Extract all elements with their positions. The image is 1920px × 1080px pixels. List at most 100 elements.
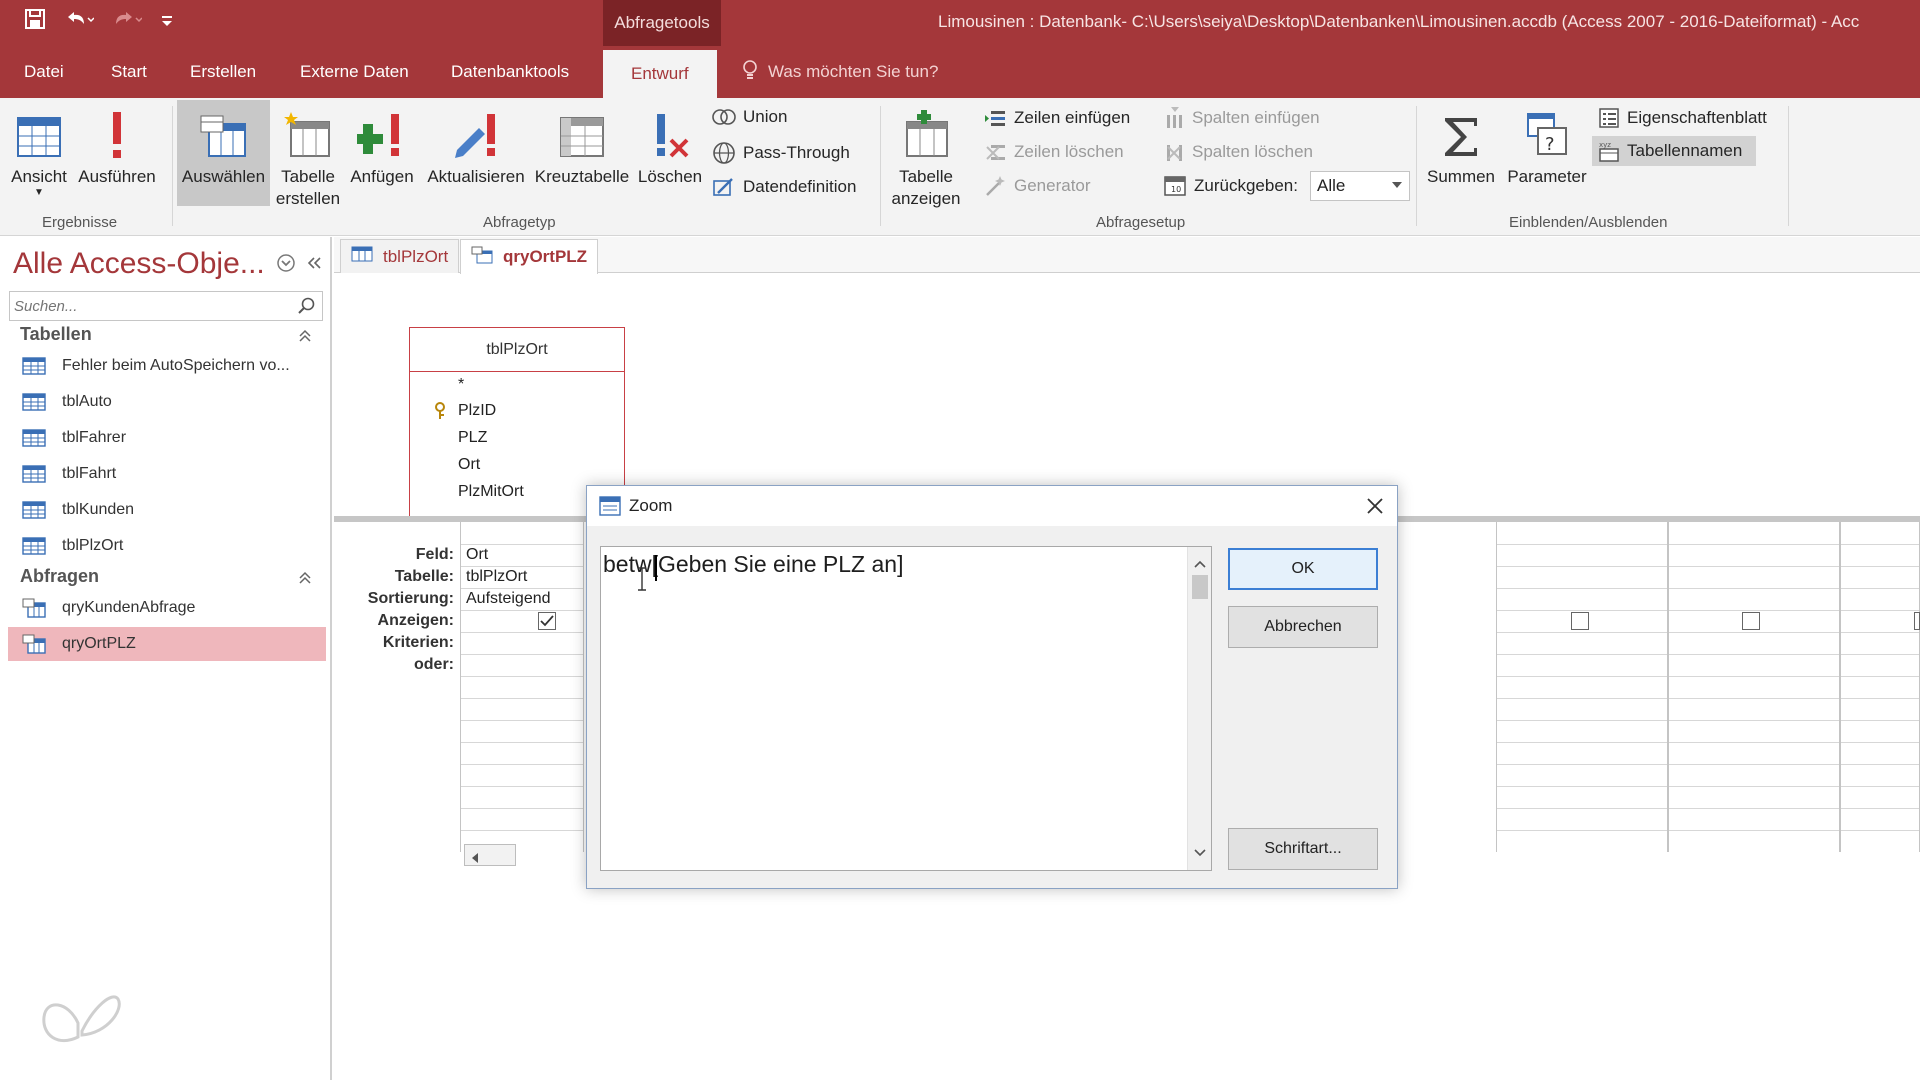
nav-item-query-selected[interactable]: qryOrtPLZ: [8, 627, 326, 661]
nav-item-table[interactable]: tblFahrer: [8, 421, 326, 455]
spalten-loeschen-button[interactable]: Spalten löschen: [1163, 141, 1313, 163]
nav-item-table[interactable]: Fehler beim AutoSpeichern vo...: [8, 349, 326, 383]
show-checkbox[interactable]: [1571, 612, 1589, 630]
ansicht-button[interactable]: Ansicht ▼: [8, 104, 70, 198]
document-tabs: tblPlzOrt qryOrtPLZ: [334, 237, 1920, 274]
nav-section-tabellen[interactable]: Tabellen: [20, 319, 312, 349]
collapse-section-icon[interactable]: [298, 327, 312, 348]
customize-qat-icon[interactable]: [160, 8, 174, 30]
tab-externe-daten[interactable]: Externe Daten: [300, 46, 409, 98]
grid-column-1[interactable]: Ort tblPlzOrt Aufsteigend: [460, 522, 584, 852]
scroll-down-icon[interactable]: [1194, 844, 1206, 862]
grid-column-empty[interactable]: [1840, 522, 1920, 852]
tab-entwurf[interactable]: Entwurf: [603, 50, 717, 98]
loeschen-button[interactable]: Löschen: [634, 104, 706, 188]
spalten-einfuegen-label: Spalten einfügen: [1192, 108, 1320, 127]
data-definition-icon: [713, 178, 733, 196]
zeilen-loeschen-label: Zeilen löschen: [1014, 142, 1124, 161]
query-icon: [22, 598, 46, 618]
generator-label: Generator: [1014, 176, 1091, 195]
summen-button[interactable]: Summen: [1422, 104, 1500, 188]
pass-through-button[interactable]: Pass-Through: [712, 141, 850, 165]
zoom-dialog-titlebar[interactable]: Zoom: [587, 486, 1397, 526]
grid-row-label: Anzeigen:: [377, 612, 454, 629]
show-checkbox[interactable]: [1742, 612, 1760, 630]
navigation-pane: Alle Access-Obje... Tabellen Fehler beim…: [0, 237, 332, 1080]
tabelle-erstellen-button[interactable]: Tabelle erstellen: [275, 104, 341, 210]
collapse-pane-icon[interactable]: [306, 255, 322, 276]
tabelle-anzeigen-button[interactable]: Tabelle anzeigen: [886, 104, 966, 210]
nav-item-table[interactable]: tblAuto: [8, 385, 326, 419]
tab-datenbanktools[interactable]: Datenbanktools: [451, 46, 569, 98]
grid-horizontal-scrollbar[interactable]: [464, 844, 516, 866]
redo-icon[interactable]: [112, 8, 142, 30]
nav-item-query[interactable]: qryKundenAbfrage: [8, 591, 326, 625]
undo-icon[interactable]: [64, 8, 94, 30]
grid-column-empty[interactable]: [1496, 522, 1668, 852]
close-icon[interactable]: [1365, 496, 1385, 521]
tab-start[interactable]: Start: [111, 46, 147, 98]
field-list-item[interactable]: Ort: [458, 456, 480, 474]
ausfuehren-button[interactable]: Ausführen: [74, 104, 160, 188]
abbrechen-button[interactable]: Abbrechen: [1228, 606, 1378, 648]
aktualisieren-button[interactable]: Aktualisieren: [423, 104, 529, 188]
eigenschaftenblatt-label: Eigenschaftenblatt: [1627, 108, 1767, 127]
zurueckgeben-select[interactable]: Alle: [1310, 171, 1410, 201]
scroll-left-icon[interactable]: [471, 850, 479, 868]
grid-cell-tabelle[interactable]: tblPlzOrt: [466, 566, 527, 588]
field-list-item[interactable]: *: [458, 376, 464, 394]
nav-item-table[interactable]: tblFahrt: [8, 457, 326, 491]
delete-rows-icon: [986, 145, 1005, 160]
eigenschaftenblatt-button[interactable]: Eigenschaftenblatt: [1598, 107, 1767, 129]
field-list-item[interactable]: PLZ: [458, 429, 487, 447]
zoom-dialog: Zoom betw[Geben Sie eine PLZ an] OK Abbr…: [586, 485, 1398, 889]
tabelle-erstellen-label-2: erstellen: [275, 189, 341, 208]
doc-tab-tblplzort[interactable]: tblPlzOrt: [340, 239, 460, 273]
tab-erstellen[interactable]: Erstellen: [190, 46, 256, 98]
tab-datei[interactable]: Datei: [24, 46, 64, 98]
anfuegen-label: Anfügen: [350, 167, 414, 186]
group-separator: [880, 106, 881, 226]
kreuztabelle-button[interactable]: Kreuztabelle: [534, 104, 630, 188]
nav-search-input[interactable]: [10, 292, 290, 320]
scroll-up-icon[interactable]: [1194, 555, 1206, 573]
doc-tab-qryortplz[interactable]: qryOrtPLZ: [460, 239, 599, 274]
spalten-einfuegen-button[interactable]: Spalten einfügen: [1163, 107, 1320, 129]
zoom-text-area[interactable]: betw[Geben Sie eine PLZ an]: [600, 546, 1212, 871]
nav-pane-title[interactable]: Alle Access-Obje...: [13, 247, 265, 281]
union-button[interactable]: Union: [712, 107, 787, 127]
nav-item-table[interactable]: tblKunden: [8, 493, 326, 527]
collapse-section-icon[interactable]: [298, 569, 312, 590]
field-list-item[interactable]: PlzMitOrt: [458, 483, 524, 501]
datendefinition-button[interactable]: Datendefinition: [712, 175, 856, 199]
zeilen-einfuegen-button[interactable]: Zeilen einfügen: [985, 107, 1130, 129]
grid-cell-sortierung[interactable]: Aufsteigend: [466, 588, 551, 610]
nav-item-table[interactable]: tblPlzOrt: [8, 529, 326, 563]
field-list-item[interactable]: PlzID: [458, 402, 496, 420]
zoom-vertical-scrollbar[interactable]: [1187, 547, 1211, 870]
scrollbar-thumb[interactable]: [1192, 575, 1208, 599]
show-checkbox[interactable]: [1914, 612, 1920, 630]
search-icon[interactable]: [298, 297, 316, 320]
query-icon: [22, 634, 46, 654]
table-icon: [22, 537, 46, 555]
tell-me-box[interactable]: Was möchten Sie tun?: [742, 46, 938, 98]
ausfuehren-label: Ausführen: [78, 167, 156, 186]
anfuegen-button[interactable]: Anfügen: [346, 104, 418, 188]
primary-key-icon: [434, 402, 446, 425]
table-names-icon: xyz: [1599, 141, 1619, 162]
generator-button[interactable]: Generator: [985, 175, 1091, 197]
show-checkbox-checked[interactable]: [538, 612, 556, 630]
grid-cell-feld[interactable]: Ort: [466, 544, 488, 566]
ok-button[interactable]: OK: [1228, 548, 1378, 590]
nav-menu-dropdown-icon[interactable]: [276, 253, 296, 278]
parameter-button[interactable]: ? Parameter: [1504, 104, 1590, 188]
nav-section-abfragen[interactable]: Abfragen: [20, 561, 312, 591]
grid-column-empty[interactable]: [1668, 522, 1840, 852]
save-icon[interactable]: [24, 8, 46, 30]
svg-text:?: ?: [1545, 134, 1555, 155]
schriftart-button[interactable]: Schriftart...: [1228, 828, 1378, 870]
tabellennamen-button[interactable]: xyz Tabellennamen: [1592, 136, 1757, 166]
auswaehlen-button[interactable]: Auswählen: [177, 100, 270, 206]
zeilen-loeschen-button[interactable]: Zeilen löschen: [985, 141, 1124, 163]
